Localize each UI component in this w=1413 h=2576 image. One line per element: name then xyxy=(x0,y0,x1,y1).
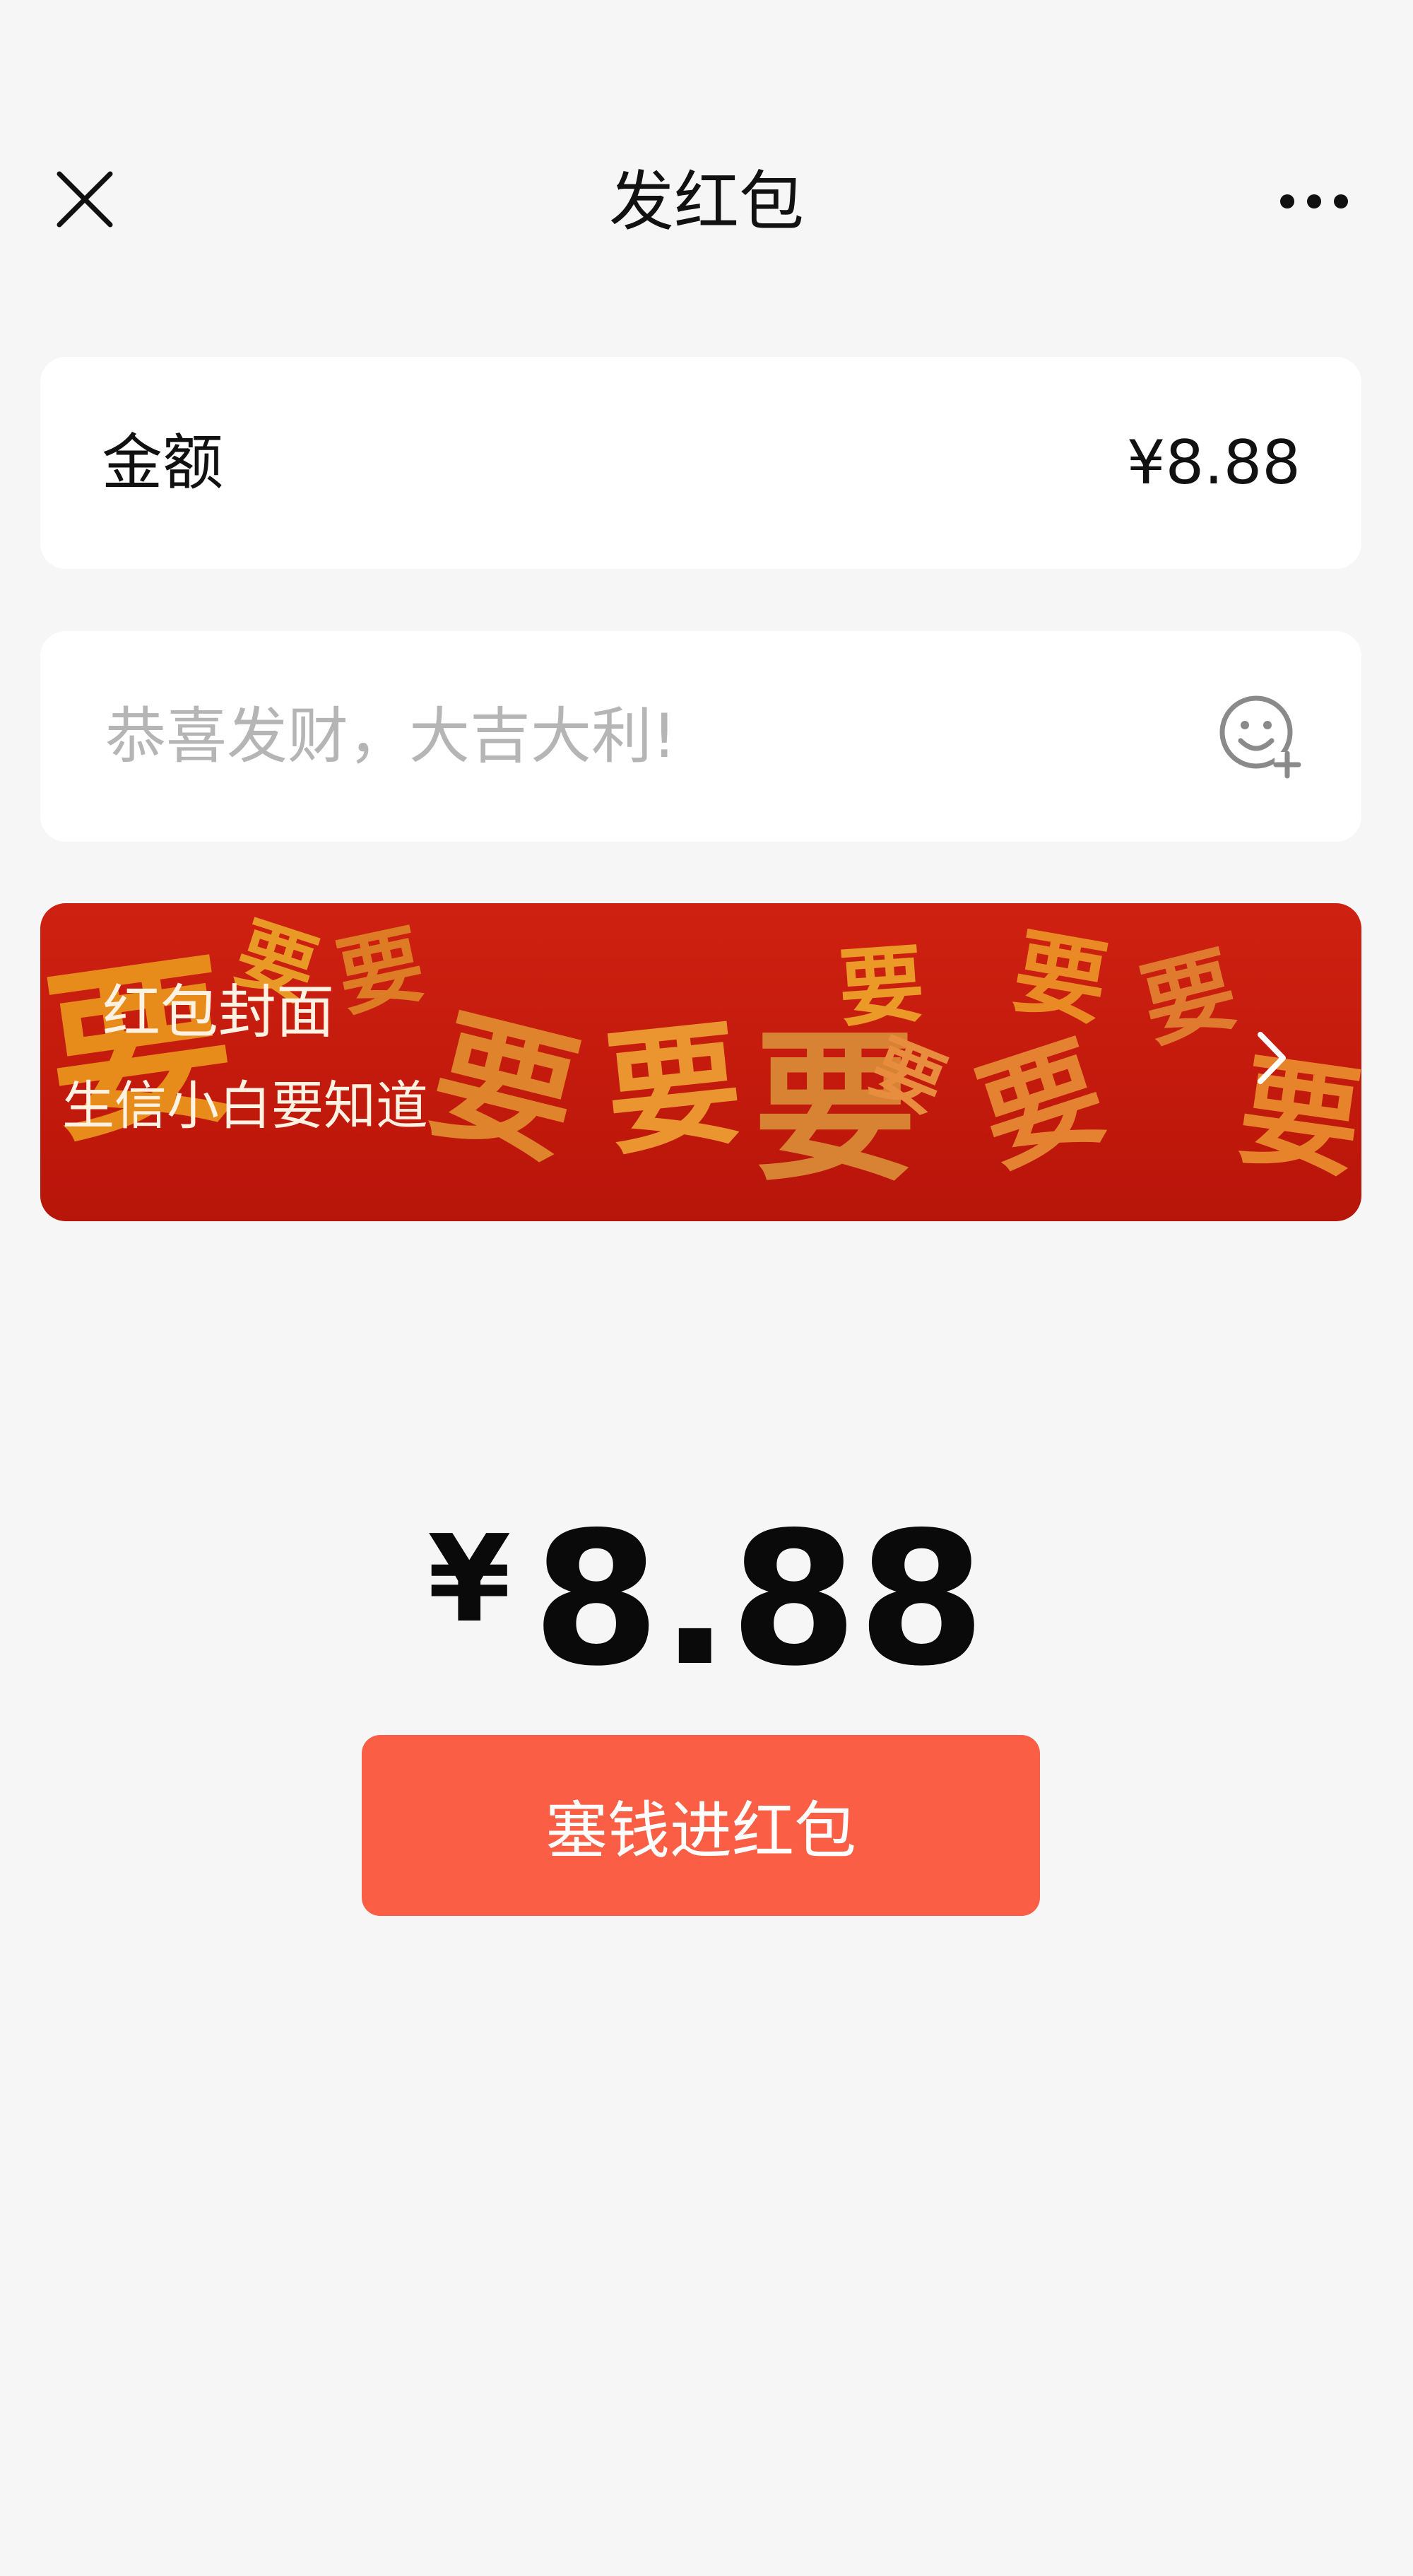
cover-subtitle: 生信小白要知道 xyxy=(62,1076,428,1136)
chevron-right-icon xyxy=(1258,1032,1286,1084)
amount-label: 金额 xyxy=(102,428,223,498)
greeting-input[interactable] xyxy=(105,697,1165,776)
amount-value: ¥8.88 xyxy=(1126,428,1301,498)
more-icon xyxy=(1280,194,1348,208)
amount-row[interactable]: 金额 ¥8.88 xyxy=(40,357,1361,569)
red-packet-cover[interactable]: 要 要 要 要 要 要 要 要 要 要 要 要 红包封面 xyxy=(40,903,1361,1221)
cover-pattern: 要 要 要 要 要 要 要 要 要 要 要 要 xyxy=(40,903,1361,1221)
cover-arrow[interactable] xyxy=(1251,1026,1293,1090)
total-amount: ¥8.88 xyxy=(0,1491,1413,1692)
emoji-add-icon xyxy=(1219,695,1301,779)
submit-button[interactable]: 塞钱进红包 xyxy=(362,1735,1040,1916)
page-title: 发红包 xyxy=(608,164,804,240)
greeting-card xyxy=(40,631,1361,842)
currency-symbol: ¥ xyxy=(427,1510,512,1649)
total-value: 8.88 xyxy=(532,1493,986,1707)
cover-title: 红包封面 xyxy=(102,979,335,1046)
more-button[interactable] xyxy=(1272,177,1356,226)
emoji-button[interactable] xyxy=(1217,691,1304,779)
